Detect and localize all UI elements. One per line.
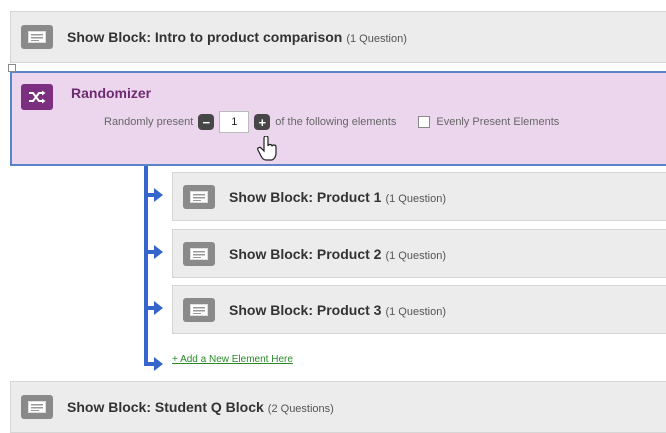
block-title: Show Block: Product 2 (229, 245, 382, 262)
block-title: Show Block: Intro to product comparison (67, 29, 343, 45)
hand-cursor-icon (257, 135, 279, 167)
evenly-present-checkbox[interactable] (418, 116, 431, 128)
block-icon (21, 25, 53, 49)
flow-block-product-3[interactable]: Show Block: Product 3 (1 Question) (172, 285, 666, 334)
connector-arrow (154, 245, 163, 259)
block-icon (183, 297, 215, 322)
block-icon (183, 241, 215, 266)
randomizer-settings-row: Randomly present − + of the following el… (104, 109, 559, 135)
flow-block-product-2[interactable]: Show Block: Product 2 (1 Question) (172, 229, 666, 278)
block-title: Show Block: Student Q Block (67, 399, 264, 415)
randomly-present-label: Randomly present (104, 116, 194, 128)
increment-button[interactable]: + (254, 114, 271, 130)
decrement-button[interactable]: − (198, 114, 215, 130)
flow-block-student[interactable]: Show Block: Student Q Block (2 Questions… (10, 381, 666, 433)
connector-arrow (154, 357, 163, 371)
add-new-element-link[interactable]: + Add a New Element Here (172, 354, 293, 365)
connector-arrow (154, 301, 163, 315)
block-question-count: (2 Questions) (267, 403, 334, 415)
evenly-present-label: Evenly Present Elements (436, 116, 560, 128)
randomizer-title: Randomizer (71, 85, 152, 101)
block-question-count: (1 Question) (385, 305, 446, 318)
block-question-count: (1 Question) (385, 249, 446, 262)
block-icon (183, 184, 215, 209)
randomizer-element[interactable]: Randomizer Randomly present − + of the f… (10, 71, 666, 166)
block-icon (21, 395, 53, 419)
following-elements-label: of the following elements (275, 116, 397, 128)
block-title: Show Block: Product 3 (229, 301, 382, 318)
connector-arrow (154, 188, 163, 202)
drag-handle[interactable] (8, 64, 16, 72)
block-question-count: (1 Question) (385, 192, 446, 205)
flow-block-product-1[interactable]: Show Block: Product 1 (1 Question) (172, 172, 666, 221)
flow-block-intro[interactable]: Show Block: Intro to product comparison … (10, 11, 666, 63)
block-title: Show Block: Product 1 (229, 188, 382, 205)
present-count-input[interactable] (219, 111, 250, 133)
shuffle-icon (21, 84, 53, 110)
block-question-count: (1 Question) (346, 33, 407, 45)
